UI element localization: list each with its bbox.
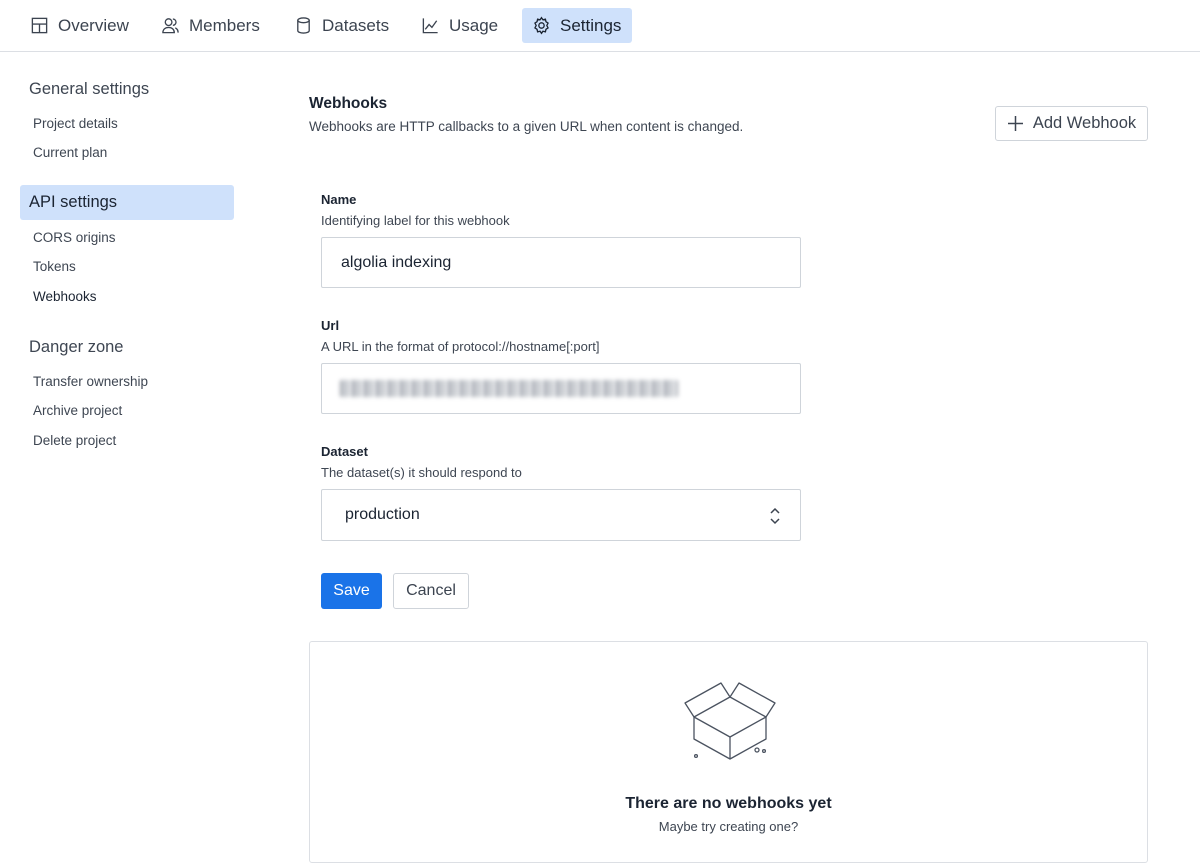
sidebar-item-cors-origins[interactable]: CORS origins xyxy=(33,230,116,245)
select-chevron-icon xyxy=(770,507,780,525)
sidebar-heading-general[interactable]: General settings xyxy=(29,80,149,99)
name-help-text: Identifying label for this webhook xyxy=(321,213,510,228)
chart-line-icon xyxy=(422,18,438,34)
dataset-help-text: The dataset(s) it should respond to xyxy=(321,465,522,480)
sidebar-item-webhooks[interactable]: Webhooks xyxy=(33,289,97,304)
page-title: Webhooks xyxy=(309,95,388,112)
tab-datasets[interactable]: Datasets xyxy=(284,8,399,43)
sidebar-heading-danger-zone[interactable]: Danger zone xyxy=(29,338,123,357)
sidebar-item-current-plan[interactable]: Current plan xyxy=(33,145,107,160)
tab-usage[interactable]: Usage xyxy=(411,8,508,43)
empty-state-card: There are no webhooks yet Maybe try crea… xyxy=(309,641,1148,863)
sidebar-item-archive-project[interactable]: Archive project xyxy=(33,403,122,418)
settings-sidebar: General settings Project details Current… xyxy=(0,52,250,868)
sidebar-item-transfer-ownership[interactable]: Transfer ownership xyxy=(33,374,148,389)
tab-overview[interactable]: Overview xyxy=(20,8,139,43)
empty-state-title: There are no webhooks yet xyxy=(625,795,832,812)
sidebar-item-project-details[interactable]: Project details xyxy=(33,116,118,131)
page-description: Webhooks are HTTP callbacks to a given U… xyxy=(309,119,744,134)
dataset-select[interactable]: production xyxy=(321,489,801,541)
sidebar-heading-api-settings-label: API settings xyxy=(29,193,118,211)
tab-settings-label: Settings xyxy=(560,15,622,35)
add-webhook-label: Add Webhook xyxy=(1032,114,1137,132)
cancel-button[interactable]: Cancel xyxy=(393,573,469,609)
open-box-icon xyxy=(684,682,776,760)
sidebar-heading-api-settings[interactable]: API settings xyxy=(20,185,234,220)
url-help-text: A URL in the format of protocol://hostna… xyxy=(321,339,600,354)
tab-usage-label: Usage xyxy=(449,15,499,35)
database-icon xyxy=(297,17,310,34)
empty-state-subtitle: Maybe try creating one? xyxy=(658,819,799,834)
url-label: Url xyxy=(321,318,340,333)
top-navigation: Overview Members Datasets Usage Settings xyxy=(0,0,1200,52)
overview-grid-icon xyxy=(31,17,48,34)
members-icon xyxy=(162,18,179,34)
url-input[interactable] xyxy=(321,363,801,414)
gear-icon xyxy=(534,16,549,35)
add-webhook-button[interactable]: Add Webhook xyxy=(995,106,1148,141)
tab-overview-label: Overview xyxy=(58,15,129,35)
dataset-label: Dataset xyxy=(321,444,368,459)
save-button[interactable]: Save xyxy=(321,573,382,609)
tab-members-label: Members xyxy=(189,15,260,35)
name-input[interactable] xyxy=(321,237,801,288)
sidebar-item-tokens[interactable]: Tokens xyxy=(33,259,76,274)
tab-settings[interactable]: Settings xyxy=(522,8,632,43)
tab-datasets-label: Datasets xyxy=(322,15,390,35)
tab-members[interactable]: Members xyxy=(151,8,270,43)
sidebar-item-delete-project[interactable]: Delete project xyxy=(33,433,116,448)
redacted-url-value xyxy=(340,380,678,397)
plus-icon xyxy=(1007,116,1023,131)
name-label: Name xyxy=(321,192,357,207)
dataset-select-value: production xyxy=(345,506,420,523)
